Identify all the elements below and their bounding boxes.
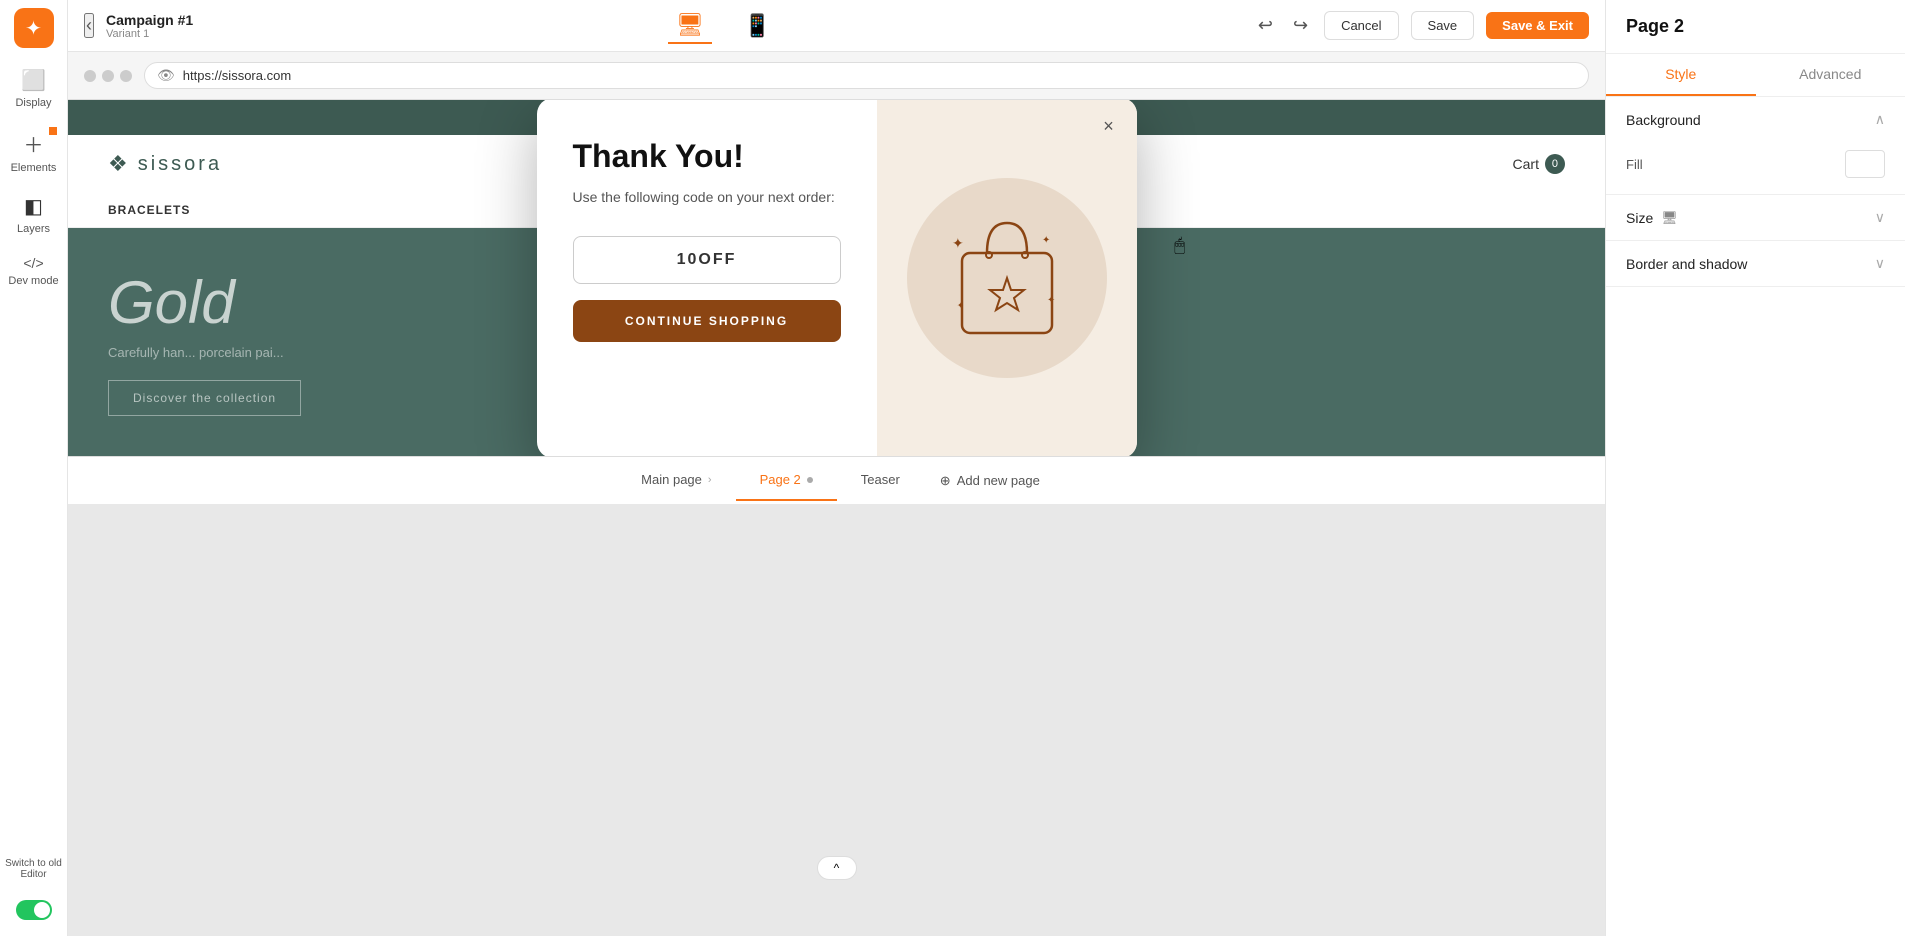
background-chevron-icon: ∧ [1875,111,1885,128]
desktop-device-button[interactable]: 🖥 [668,8,712,44]
sidebar-item-elements[interactable]: ＋ Elements [0,121,67,182]
app-logo[interactable]: ✦ [14,8,54,48]
right-panel-title: Page 2 [1626,16,1885,37]
size-section-header[interactable]: Size 🖥 ∨ [1606,195,1905,240]
browser-dots [84,70,132,82]
fill-label: Fill [1626,157,1643,172]
desktop-icon: 🖥 [676,12,704,38]
sidebar-item-display[interactable]: ⬜ Display [0,60,67,117]
switch-to-old-editor[interactable]: Switch to old Editor [0,850,67,888]
svg-text:✦: ✦ [952,235,964,251]
tab-dot [807,477,813,483]
eye-icon: 👁 [157,67,175,84]
redo-button[interactable]: ↪ [1289,11,1312,40]
right-panel-tabs: Style Advanced [1606,54,1905,97]
save-button[interactable]: Save [1411,11,1475,40]
popup: Thank You! Use the following code on you… [537,100,1137,456]
right-panel-header: Page 2 [1606,0,1905,54]
chevron-up-icon: ^ [834,861,840,875]
devmode-icon: </> [23,255,43,271]
browser-dot-1 [84,70,96,82]
browser-dot-3 [120,70,132,82]
panel-section-background: Background ∧ Fill [1606,97,1905,195]
browser-chrome: 👁 https://sissora.com [68,52,1605,100]
panel-section-size: Size 🖥 ∨ [1606,195,1905,241]
popup-left: Thank You! Use the following code on you… [537,100,877,456]
tab-page2-label: Page 2 [760,472,801,487]
browser-dot-2 [102,70,114,82]
popup-title: Thank You! [573,138,841,175]
back-button[interactable]: ‹ [84,13,94,38]
size-screen-icon: 🖥 [1661,210,1678,226]
border-shadow-section-title: Border and shadow [1626,256,1747,272]
border-shadow-section-header[interactable]: Border and shadow ∨ [1606,241,1905,286]
add-new-page-button[interactable]: ⊕ Add new page [924,461,1056,501]
right-panel-body: Background ∧ Fill Size 🖥 ∨ [1606,97,1905,936]
continue-shopping-button[interactable]: CONTINUE SHOPPING [573,300,841,342]
border-shadow-chevron-icon: ∨ [1875,255,1885,272]
canvas-area: 👁 https://sissora.com Free shipping on a… [68,52,1605,936]
layers-icon: ◧ [24,194,43,219]
mobile-device-button[interactable]: 📱 [736,9,779,43]
left-sidebar: ✦ ⬜ Display ＋ Elements ◧ Layers </> Dev … [0,0,68,936]
popup-code-box: 10OFF [573,236,841,284]
background-section-header[interactable]: Background ∧ [1606,97,1905,142]
tab-teaser[interactable]: Teaser [837,460,924,501]
tab-page2[interactable]: Page 2 [736,460,837,501]
cancel-button[interactable]: Cancel [1324,11,1398,40]
tab-arrow-icon: › [708,474,712,486]
chevron-toggle[interactable]: ^ [817,856,857,880]
tab-style[interactable]: Style [1606,54,1756,96]
shopping-bag-illustration: ✦ ✦ ✦ ✦ [942,203,1072,353]
sidebar-item-layers[interactable]: ◧ Layers [0,186,67,243]
sidebar-item-label: Layers [17,223,50,235]
background-section-title: Background [1626,112,1701,128]
size-section-title: Size [1626,210,1653,226]
logo-icon: ✦ [25,16,42,41]
svg-text:✦: ✦ [1042,235,1050,246]
toggle-wrap [16,892,52,928]
campaign-info: Campaign #1 Variant 1 [106,12,193,40]
toolbar-right: ↩ ↪ Cancel Save Save & Exit [1254,11,1589,40]
sidebar-item-label: Dev mode [8,275,58,287]
right-panel: Page 2 Style Advanced Background ∧ Fill [1605,0,1905,936]
elements-icon: ＋ [24,129,44,158]
old-editor-toggle[interactable] [16,900,52,920]
add-icon: ⊕ [940,473,951,489]
url-text: https://sissora.com [183,68,291,83]
sidebar-item-label: Display [15,97,51,109]
browser-url-bar[interactable]: 👁 https://sissora.com [144,62,1589,89]
tab-teaser-label: Teaser [861,472,900,487]
undo-button[interactable]: ↩ [1254,11,1277,40]
popup-right: ✦ ✦ ✦ ✦ [877,100,1137,456]
tab-advanced[interactable]: Advanced [1756,54,1905,96]
website-preview: Free shipping on all orders to US, Canad… [68,100,1605,456]
size-chevron-icon: ∨ [1875,209,1885,226]
tab-main-page[interactable]: Main page › [617,460,735,501]
fill-color-picker[interactable] [1845,150,1885,178]
sidebar-item-devmode[interactable]: </> Dev mode [0,247,67,295]
panel-section-border-shadow: Border and shadow ∨ [1606,241,1905,287]
toolbar-center: 🖥 📱 [205,8,1242,44]
svg-text:✦: ✦ [1047,295,1055,306]
fill-row: Fill [1626,150,1885,178]
campaign-name: Campaign #1 [106,12,193,28]
bottom-tabs: Main page › Page 2 Teaser ⊕ Add new page [68,456,1605,504]
popup-description: Use the following code on your next orde… [573,187,841,208]
mobile-icon: 📱 [744,13,771,39]
save-exit-button[interactable]: Save & Exit [1486,12,1589,39]
variant-name: Variant 1 [106,28,193,40]
top-toolbar: ‹ Campaign #1 Variant 1 🖥 📱 ↩ ↪ Cancel S… [68,0,1605,52]
tab-main-page-label: Main page [641,472,702,487]
background-section-body: Fill [1606,142,1905,194]
main-area: ‹ Campaign #1 Variant 1 🖥 📱 ↩ ↪ Cancel S… [68,0,1605,936]
sidebar-item-label: Elements [11,162,57,174]
popup-close-button[interactable]: × [1095,112,1123,140]
display-icon: ⬜ [21,68,46,93]
popup-overlay: Thank You! Use the following code on you… [68,100,1605,456]
svg-text:✦: ✦ [957,301,964,310]
